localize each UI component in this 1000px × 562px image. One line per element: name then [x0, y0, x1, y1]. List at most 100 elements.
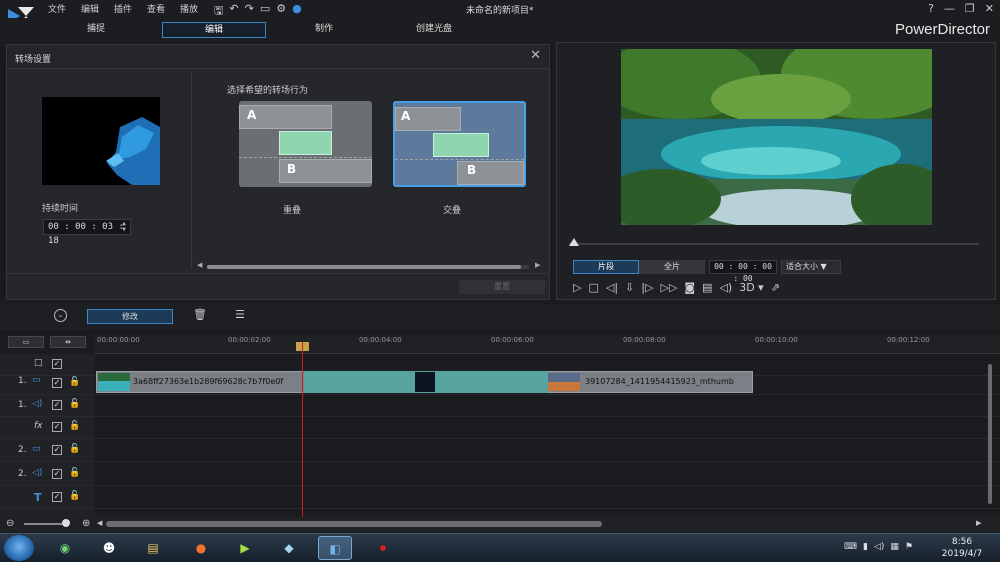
clock[interactable]: 8:56 2019/4/7: [940, 536, 984, 560]
cross-option[interactable]: A B: [393, 101, 526, 187]
video-frame: [621, 49, 932, 225]
fit-timeline-icon[interactable]: ⇹: [50, 336, 86, 348]
reset-button[interactable]: 重置: [459, 280, 545, 294]
tab-capture[interactable]: 捕捉: [44, 22, 148, 38]
qq-icon[interactable]: ☻: [92, 536, 126, 560]
trash-icon[interactable]: 🗑: [193, 308, 207, 321]
edit-toolbar: ⌄ 修改 🗑 ☰: [0, 304, 1000, 330]
timeline-ruler[interactable]: 00:00:00:00 00:00:02:00 00:00:04:00 00:0…: [95, 334, 1000, 354]
play-icon[interactable]: ▷: [573, 281, 581, 294]
record-icon[interactable]: ⏺: [366, 536, 400, 560]
undock-icon[interactable]: ⇗: [771, 281, 780, 294]
scroll-right-icon[interactable]: ▶: [976, 519, 981, 527]
track-all-icon[interactable]: □: [34, 358, 43, 368]
duration-input[interactable]: 00 : 00 : 03 : 18 ▲ ▼: [43, 219, 131, 246]
chevron-down-icon[interactable]: ⌄: [54, 309, 67, 322]
menu-file[interactable]: 文件: [48, 2, 81, 15]
track-checkbox[interactable]: ✓: [52, 359, 62, 369]
scroll-right-icon[interactable]: ▶: [535, 261, 540, 269]
start-button[interactable]: [4, 535, 34, 561]
scroll-thumb[interactable]: [988, 364, 992, 504]
movie-mode-button[interactable]: 全片: [639, 260, 705, 274]
tab-create-disc[interactable]: 创建光盘: [382, 22, 486, 38]
marker-icon[interactable]: ⇩: [625, 281, 634, 294]
minimize-icon[interactable]: —: [944, 2, 955, 15]
browser-360-icon[interactable]: ◉: [48, 536, 82, 560]
lock-icon[interactable]: 🔓: [69, 491, 80, 501]
usb-icon[interactable]: ▮: [863, 542, 868, 552]
powerdirector-taskbar-icon[interactable]: ◧: [318, 536, 352, 560]
lock-icon[interactable]: 🔓: [69, 468, 80, 478]
track-checkbox[interactable]: ✓: [52, 492, 62, 502]
tab-produce[interactable]: 制作: [272, 22, 376, 38]
project-title: 未命名的新项目*: [466, 6, 534, 16]
track-checkbox[interactable]: ✓: [52, 400, 62, 410]
menu-playback[interactable]: 播放: [180, 2, 213, 15]
track-checkbox[interactable]: ✓: [52, 422, 62, 432]
options-scrollbar[interactable]: ◀ ▶: [197, 261, 543, 271]
help-icon[interactable]: ?: [928, 2, 934, 15]
threed-button[interactable]: 3D ▾: [739, 281, 764, 294]
menu-edit[interactable]: 编辑: [81, 2, 114, 15]
transition-marker-icon[interactable]: [415, 372, 435, 392]
list-icon[interactable]: ☰: [235, 308, 245, 321]
fast-forward-icon[interactable]: ▷▷: [660, 281, 677, 294]
storyboard-view-icon[interactable]: ▭: [8, 336, 44, 348]
clip-a-label: A: [247, 108, 257, 122]
scrubber-knob-icon[interactable]: [569, 238, 579, 246]
track-row: 2. ◁) ✓ 🔓: [0, 464, 1000, 486]
timeline-vertical-scrollbar[interactable]: [986, 354, 994, 516]
track-checkbox[interactable]: ✓: [52, 445, 62, 455]
divider-line: [395, 159, 524, 160]
next-frame-icon[interactable]: |▷: [641, 281, 653, 294]
preview-scrubber[interactable]: [569, 243, 979, 245]
lock-icon[interactable]: 🔓: [69, 444, 80, 454]
speaker-icon[interactable]: ◁): [874, 542, 884, 552]
restore-icon[interactable]: ❐: [965, 2, 975, 15]
snapshot-icon[interactable]: ◙: [684, 281, 695, 294]
keyboard-icon[interactable]: ⌨: [844, 542, 857, 552]
prev-frame-icon[interactable]: ◁|: [606, 281, 618, 294]
close-window-icon[interactable]: ✕: [985, 2, 994, 15]
flag-icon[interactable]: ⚑: [905, 542, 913, 552]
lock-icon[interactable]: 🔓: [69, 421, 80, 431]
menu-view[interactable]: 查看: [147, 2, 180, 15]
track-checkbox[interactable]: ✓: [52, 469, 62, 479]
zoom-knob[interactable]: [62, 519, 70, 527]
playhead[interactable]: [302, 342, 303, 518]
duration-value: 00 : 00 : 03 : 18: [48, 222, 124, 246]
zoom-in-icon[interactable]: ⊕: [82, 518, 90, 529]
clip-name: 3a68ff27363e1b289f69628c7b7f0e0f: [133, 377, 284, 386]
scroll-thumb[interactable]: [207, 265, 521, 269]
clip-mode-button[interactable]: 片段: [573, 260, 639, 274]
title-bar: 文件 编辑 插件 查看 播放 🖫 ↶ ↷ ▭ ⚙ ● 未命名的新项目* ? — …: [0, 0, 1000, 25]
volume-icon[interactable]: ◁): [719, 281, 732, 294]
subtitle-icon[interactable]: ▤: [702, 281, 712, 294]
overlap-option[interactable]: A B: [239, 101, 372, 187]
fit-size-select[interactable]: 适合大小 ▼: [781, 260, 841, 274]
menu-plugins[interactable]: 插件: [114, 2, 147, 15]
file-explorer-icon[interactable]: ▤: [136, 536, 170, 560]
zoom-out-icon[interactable]: ⊖: [6, 518, 14, 529]
firefox-icon[interactable]: ●: [184, 536, 218, 560]
lock-icon[interactable]: 🔓: [69, 377, 80, 387]
menu-bar: 文件 编辑 插件 查看 播放: [48, 2, 213, 15]
media-player-icon[interactable]: ▶: [228, 536, 262, 560]
scroll-left-icon[interactable]: ◀: [97, 519, 102, 527]
modify-button[interactable]: 修改: [87, 309, 173, 324]
duration-spinner[interactable]: ▲ ▼: [119, 221, 129, 233]
app-icon[interactable]: ◆: [272, 536, 306, 560]
track-checkbox[interactable]: ✓: [52, 378, 62, 388]
tab-edit[interactable]: 编辑: [162, 22, 266, 38]
close-icon[interactable]: ✕: [530, 48, 541, 63]
audio-track-icon: ◁): [32, 468, 43, 478]
stop-icon[interactable]: □: [588, 281, 598, 294]
tick-label: 00:00:08:00: [623, 336, 666, 344]
timeline-horizontal-scrollbar[interactable]: [106, 521, 602, 527]
tick-label: 00:00:12:00: [887, 336, 930, 344]
lock-icon[interactable]: 🔓: [69, 399, 80, 409]
track-row: 2. ▭ ✓ 🔓: [0, 440, 1000, 462]
scroll-left-icon[interactable]: ◀: [197, 261, 202, 269]
network-icon[interactable]: ▦: [890, 542, 899, 552]
preview-timecode[interactable]: 00 : 00 : 00 : 00: [709, 260, 777, 283]
